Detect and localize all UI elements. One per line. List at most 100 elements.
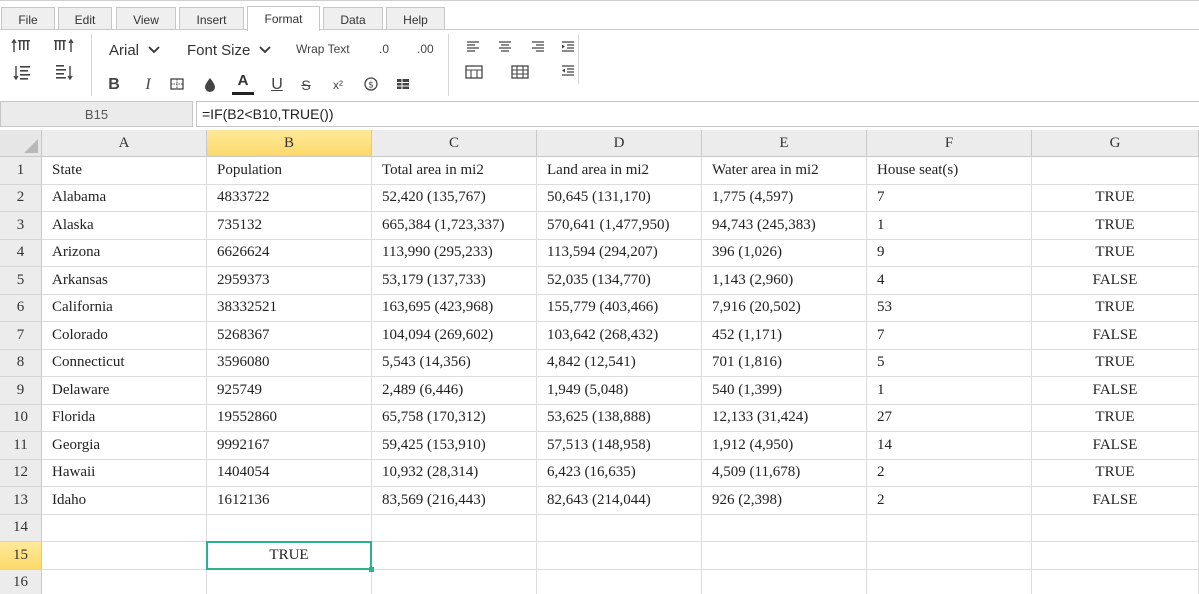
row-header-4[interactable]: 4: [0, 239, 42, 267]
cell-e13[interactable]: 926 (2,398): [702, 487, 867, 515]
fill-color-icon[interactable]: [200, 74, 220, 94]
cell-c14[interactable]: [372, 514, 537, 542]
cell-a1[interactable]: State: [42, 157, 207, 185]
fill-handle[interactable]: [369, 566, 374, 572]
row-header-16[interactable]: 16: [0, 569, 42, 594]
cell-e4[interactable]: 396 (1,026): [702, 239, 867, 267]
cell-d5[interactable]: 52,035 (134,770): [537, 267, 702, 295]
sort-ascending-icon[interactable]: [10, 62, 34, 82]
cell-f16[interactable]: [867, 569, 1032, 594]
cell-b2[interactable]: 4833722: [207, 184, 372, 212]
cell-e16[interactable]: [702, 569, 867, 594]
row-header-15[interactable]: 15: [0, 542, 42, 570]
row-header-12[interactable]: 12: [0, 459, 42, 487]
increase-decimal-button[interactable]: .00: [417, 42, 434, 56]
bold-button[interactable]: B: [105, 74, 123, 96]
cell-g12[interactable]: TRUE: [1032, 459, 1199, 487]
cell-e5[interactable]: 1,143 (2,960): [702, 267, 867, 295]
cell-f10[interactable]: 27: [867, 404, 1032, 432]
row-header-3[interactable]: 3: [0, 212, 42, 240]
cell-c1[interactable]: Total area in mi2: [372, 157, 537, 185]
cell-a11[interactable]: Georgia: [42, 432, 207, 460]
cell-b1[interactable]: Population: [207, 157, 372, 185]
cell-f3[interactable]: 1: [867, 212, 1032, 240]
cell-f15[interactable]: [867, 542, 1032, 570]
cell-f9[interactable]: 1: [867, 377, 1032, 405]
cell-d11[interactable]: 57,513 (148,958): [537, 432, 702, 460]
cell-d9[interactable]: 1,949 (5,048): [537, 377, 702, 405]
column-header-d[interactable]: D: [537, 130, 702, 157]
tab-edit[interactable]: Edit: [58, 7, 112, 31]
merge-cells-icon[interactable]: [462, 62, 486, 82]
font-size-dropdown[interactable]: Font Size: [187, 40, 272, 60]
tab-help[interactable]: Help: [386, 7, 445, 31]
cell-g1[interactable]: [1032, 157, 1199, 185]
cell-c13[interactable]: 83,569 (216,443): [372, 487, 537, 515]
cell-d13[interactable]: 82,643 (214,044): [537, 487, 702, 515]
strikethrough-button[interactable]: S: [297, 74, 315, 96]
font-color-button[interactable]: A: [231, 70, 255, 98]
column-header-e[interactable]: E: [702, 130, 867, 157]
outdent-icon[interactable]: [557, 62, 579, 80]
cell-d3[interactable]: 570,641 (1,477,950): [537, 212, 702, 240]
row-header-6[interactable]: 6: [0, 294, 42, 322]
align-center-icon[interactable]: [494, 38, 516, 56]
cell-b9[interactable]: 925749: [207, 377, 372, 405]
cell-g10[interactable]: TRUE: [1032, 404, 1199, 432]
cell-f4[interactable]: 9: [867, 239, 1032, 267]
cell-c16[interactable]: [372, 569, 537, 594]
cell-d10[interactable]: 53,625 (138,888): [537, 404, 702, 432]
decrease-decimal-button[interactable]: .0: [379, 42, 389, 56]
cell-b5[interactable]: 2959373: [207, 267, 372, 295]
cell-b13[interactable]: 1612136: [207, 487, 372, 515]
cell-a10[interactable]: Florida: [42, 404, 207, 432]
cell-a13[interactable]: Idaho: [42, 487, 207, 515]
row-header-2[interactable]: 2: [0, 184, 42, 212]
cell-e7[interactable]: 452 (1,171): [702, 322, 867, 350]
cell-a15[interactable]: [42, 542, 207, 570]
cell-c11[interactable]: 59,425 (153,910): [372, 432, 537, 460]
cell-g8[interactable]: TRUE: [1032, 349, 1199, 377]
cell-d16[interactable]: [537, 569, 702, 594]
cell-c10[interactable]: 65,758 (170,312): [372, 404, 537, 432]
cell-b8[interactable]: 3596080: [207, 349, 372, 377]
cell-a2[interactable]: Alabama: [42, 184, 207, 212]
tab-format[interactable]: Format: [247, 6, 320, 31]
cell-d2[interactable]: 50,645 (131,170): [537, 184, 702, 212]
column-header-a[interactable]: A: [42, 130, 207, 157]
cell-d4[interactable]: 113,594 (294,207): [537, 239, 702, 267]
cell-e2[interactable]: 1,775 (4,597): [702, 184, 867, 212]
cell-b14[interactable]: [207, 514, 372, 542]
cell-g3[interactable]: TRUE: [1032, 212, 1199, 240]
cell-b11[interactable]: 9992167: [207, 432, 372, 460]
cell-a3[interactable]: Alaska: [42, 212, 207, 240]
cell-d7[interactable]: 103,642 (268,432): [537, 322, 702, 350]
underline-button[interactable]: U: [268, 74, 286, 96]
cell-c5[interactable]: 53,179 (137,733): [372, 267, 537, 295]
column-header-f[interactable]: F: [867, 130, 1032, 157]
cell-f5[interactable]: 4: [867, 267, 1032, 295]
cell-e8[interactable]: 701 (1,816): [702, 349, 867, 377]
cell-b16[interactable]: [207, 569, 372, 594]
cell-d1[interactable]: Land area in mi2: [537, 157, 702, 185]
cell-g7[interactable]: FALSE: [1032, 322, 1199, 350]
cell-d15[interactable]: [537, 542, 702, 570]
cell-c2[interactable]: 52,420 (135,767): [372, 184, 537, 212]
cell-c9[interactable]: 2,489 (6,446): [372, 377, 537, 405]
cell-g9[interactable]: FALSE: [1032, 377, 1199, 405]
sort-descending-icon[interactable]: [52, 62, 76, 82]
tab-insert[interactable]: Insert: [179, 7, 244, 31]
superscript-button[interactable]: x²: [328, 74, 348, 96]
row-header-7[interactable]: 7: [0, 322, 42, 350]
tab-view[interactable]: View: [116, 7, 176, 31]
row-header-8[interactable]: 8: [0, 349, 42, 377]
cell-a5[interactable]: Arkansas: [42, 267, 207, 295]
cell-a4[interactable]: Arizona: [42, 239, 207, 267]
cell-e1[interactable]: Water area in mi2: [702, 157, 867, 185]
unmerge-cells-icon[interactable]: [508, 62, 532, 82]
cell-g11[interactable]: FALSE: [1032, 432, 1199, 460]
insert-column-icon[interactable]: [52, 36, 76, 56]
cell-c4[interactable]: 113,990 (295,233): [372, 239, 537, 267]
italic-button[interactable]: I: [139, 74, 157, 96]
cell-e11[interactable]: 1,912 (4,950): [702, 432, 867, 460]
